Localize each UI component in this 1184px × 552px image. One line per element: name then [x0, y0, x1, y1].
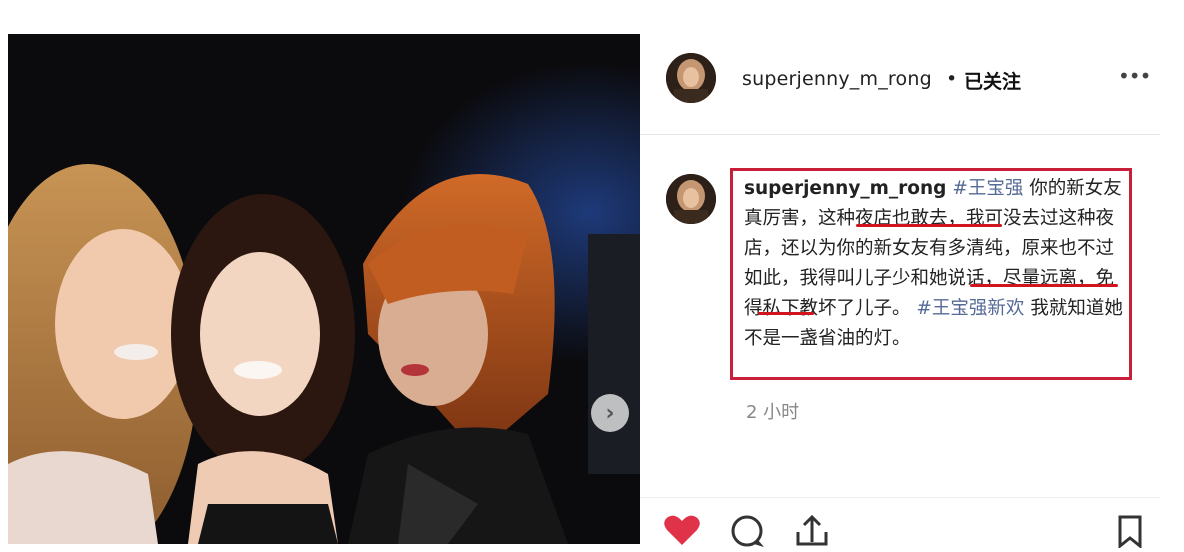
post-details-panel: superjenny_m_rong • 已关注 ••• superjenny_m… [640, 34, 1160, 550]
comment-timestamp: 2 小时 [746, 402, 800, 423]
underline-mark [758, 312, 814, 315]
comment-text: superjenny_m_rong #王宝强 你的新女友真厉害，这种夜店也敢去，… [744, 174, 1132, 354]
more-options-icon[interactable]: ••• [1118, 64, 1151, 88]
share-icon[interactable] [792, 512, 832, 550]
comment-icon[interactable] [730, 514, 766, 552]
follow-status-button[interactable]: 已关注 [964, 67, 1021, 94]
comment-avatar-image [666, 174, 716, 224]
avatar[interactable] [666, 53, 716, 103]
next-photo-button[interactable]: › [591, 394, 629, 432]
underline-mark [856, 224, 1002, 227]
comment-avatar[interactable] [666, 174, 716, 224]
avatar-image [666, 53, 716, 103]
underline-mark [970, 284, 1118, 287]
actions-divider [640, 497, 1160, 498]
hashtag-link-2[interactable]: #王宝强新欢 [916, 298, 1024, 319]
bookmark-icon[interactable] [1116, 514, 1144, 552]
separator-dot: • [946, 68, 958, 90]
heart-icon[interactable] [664, 514, 700, 550]
comment-username[interactable]: superjenny_m_rong [744, 178, 946, 199]
hashtag-link[interactable]: #王宝强 [952, 178, 1023, 199]
chevron-right-icon: › [605, 400, 615, 426]
post-photo[interactable]: › [8, 34, 640, 544]
header-divider [640, 134, 1160, 135]
header-username[interactable]: superjenny_m_rong [742, 68, 932, 90]
photo-image [8, 34, 640, 544]
